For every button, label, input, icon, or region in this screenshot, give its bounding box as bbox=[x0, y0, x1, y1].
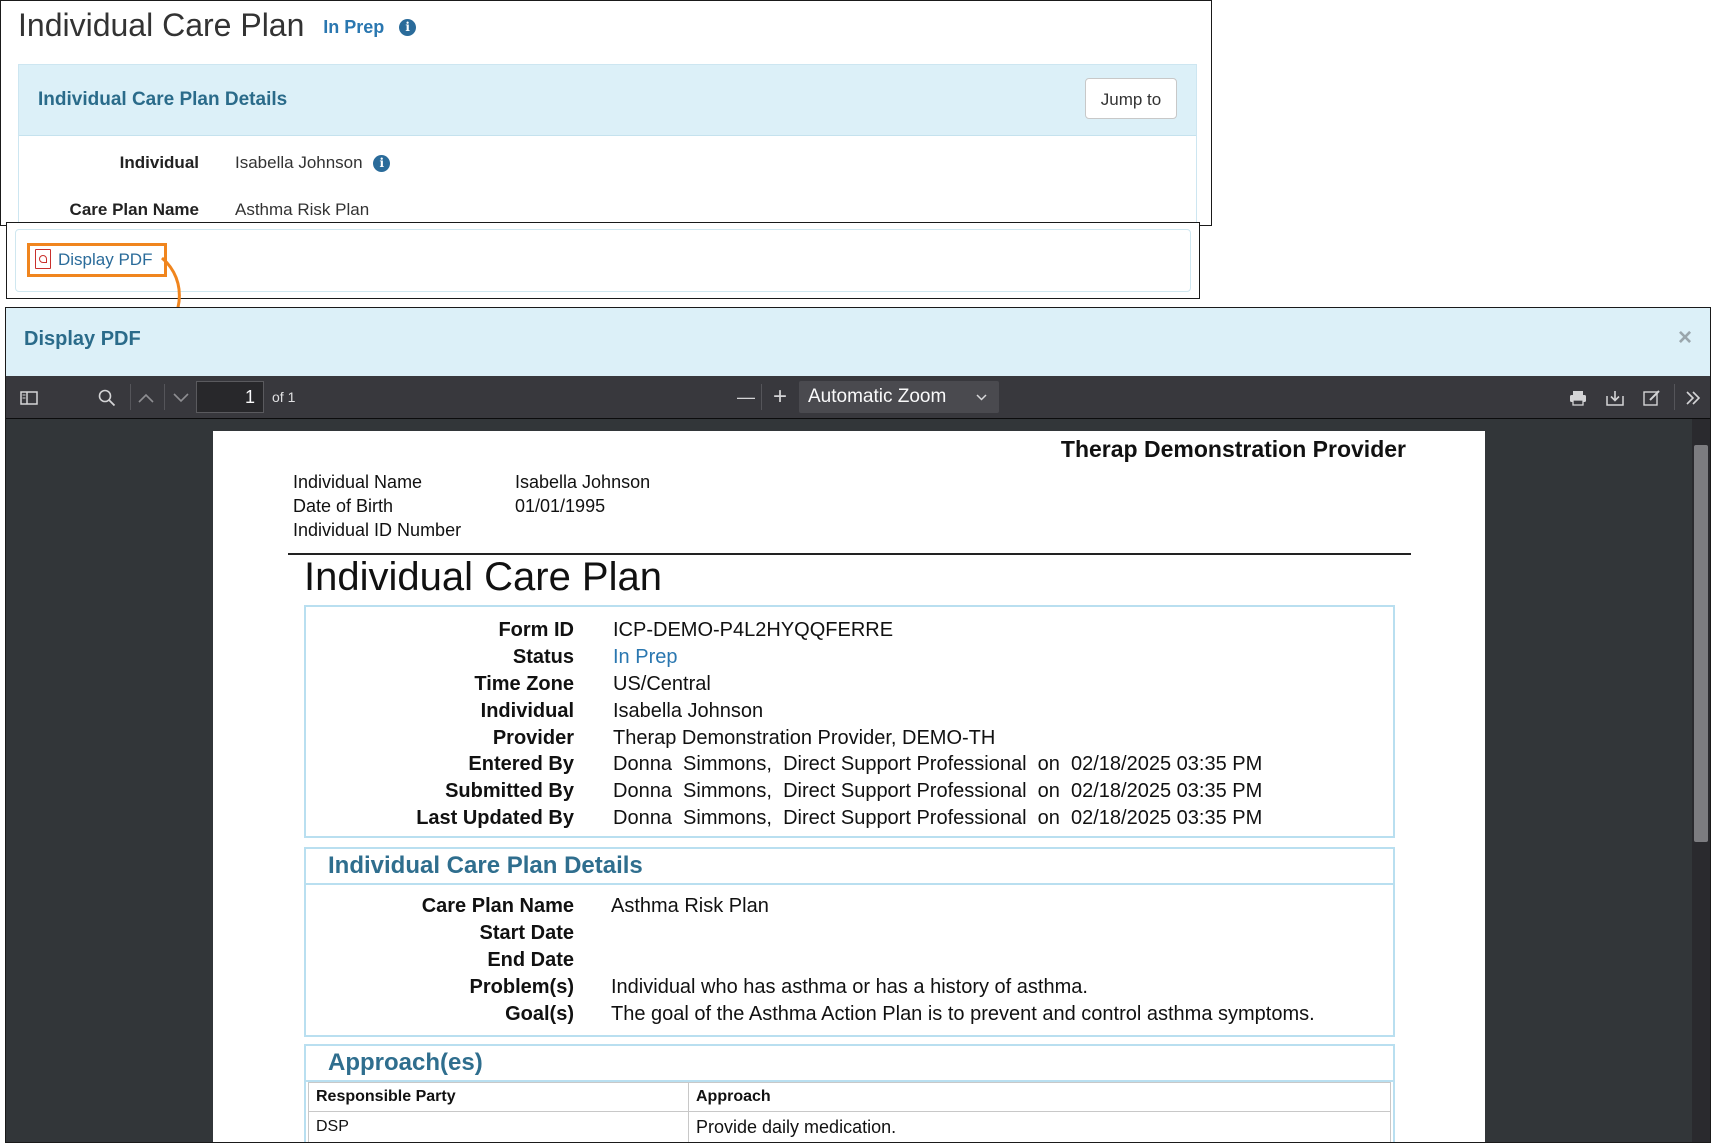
form-label: Provider bbox=[492, 727, 574, 749]
column-header: Approach bbox=[688, 1082, 1391, 1112]
form-label: Submitted By bbox=[445, 780, 574, 802]
scrollbar-thumb[interactable] bbox=[1694, 445, 1708, 842]
form-value: Donna Simmons, Direct Support Profession… bbox=[613, 807, 1263, 829]
previous-page-icon[interactable] bbox=[131, 376, 161, 418]
pdf-modal: Display PDF × 1 of 1 — + Automatic Zoom bbox=[5, 307, 1711, 1143]
form-value: Donna Simmons, Direct Support Profession… bbox=[613, 780, 1263, 802]
zoom-out-button[interactable]: — bbox=[734, 376, 758, 418]
display-pdf-link-label: Display PDF bbox=[58, 250, 153, 269]
page-title: Individual Care Plan In Prep i bbox=[18, 7, 417, 44]
details-label: End Date bbox=[487, 949, 574, 971]
field-value: Isabella Johnson i bbox=[235, 153, 391, 173]
zoom-select-value: Automatic Zoom bbox=[808, 386, 947, 407]
form-value: ICP-DEMO-P4L2HYQQFERRE bbox=[613, 619, 894, 641]
details-section: Individual Care Plan Details Jump to Ind… bbox=[18, 64, 1197, 225]
field-label: Individual bbox=[119, 153, 199, 172]
form-label: Entered By bbox=[468, 753, 574, 775]
tools-icon[interactable] bbox=[1678, 376, 1708, 418]
details-label: Care Plan Name bbox=[421, 895, 574, 917]
details-label: Problem(s) bbox=[469, 976, 574, 998]
details-label: Start Date bbox=[479, 922, 574, 944]
form-value: Therap Demonstration Provider, DEMO-TH bbox=[613, 727, 996, 749]
details-value: Asthma Risk Plan bbox=[611, 895, 769, 917]
header-value: 01/01/1995 bbox=[515, 496, 606, 516]
table-cell: DSP bbox=[308, 1111, 689, 1142]
header-label: Date of Birth bbox=[293, 496, 394, 516]
search-icon[interactable] bbox=[92, 376, 122, 418]
approaches-section: Approach(es) Responsible Party Approach … bbox=[304, 1044, 1395, 1142]
details-value: Individual who has asthma or has a histo… bbox=[611, 976, 1088, 998]
page-count: of 1 bbox=[272, 389, 296, 405]
print-icon[interactable] bbox=[1563, 376, 1593, 418]
status-badge: In Prep bbox=[323, 17, 385, 38]
header-label: Individual ID Number bbox=[293, 520, 462, 540]
care-plan-details-section: Individual Care Plan Details Care Plan N… bbox=[304, 847, 1395, 1037]
details-title: Individual Care Plan Details bbox=[38, 89, 288, 110]
provider-heading: Therap Demonstration Provider bbox=[1060, 436, 1406, 462]
field-value: Asthma Risk Plan bbox=[235, 200, 370, 219]
toolbar-separator bbox=[761, 384, 762, 410]
details-value: The goal of the Asthma Action Plan is to… bbox=[611, 1003, 1315, 1025]
download-icon[interactable] bbox=[1600, 376, 1630, 418]
section-title: Approach(es) bbox=[306, 1046, 1393, 1082]
form-label: Form ID bbox=[498, 619, 574, 641]
scrollbar-track[interactable] bbox=[1692, 419, 1710, 1142]
column-header: Responsible Party bbox=[308, 1082, 689, 1112]
field-label: Care Plan Name bbox=[69, 200, 199, 219]
form-label: Individual bbox=[480, 700, 574, 722]
form-info-section: Form ID ICP-DEMO-P4L2HYQQFERRE Status In… bbox=[304, 605, 1395, 838]
approaches-table: Responsible Party Approach DSP Provide d… bbox=[308, 1082, 1391, 1142]
sidebar-toggle-icon[interactable] bbox=[14, 376, 44, 418]
form-value: Isabella Johnson bbox=[613, 700, 764, 722]
zoom-select[interactable]: Automatic Zoom bbox=[799, 381, 999, 413]
form-label: Last Updated By bbox=[416, 807, 574, 829]
modal-title: Display PDF bbox=[24, 328, 141, 350]
jump-to-button[interactable]: Jump to bbox=[1085, 78, 1177, 119]
page-title-text: Individual Care Plan bbox=[18, 7, 305, 43]
details-label: Goal(s) bbox=[505, 1003, 574, 1025]
details-header: Individual Care Plan Details Jump to bbox=[19, 65, 1196, 136]
toolbar-separator bbox=[164, 384, 165, 410]
page-number-input[interactable]: 1 bbox=[196, 381, 264, 413]
pdf-toolbar: 1 of 1 — + Automatic Zoom bbox=[6, 376, 1710, 419]
header-value: Isabella Johnson bbox=[515, 472, 651, 492]
modal-header: Display PDF × bbox=[6, 308, 1710, 377]
section-title: Individual Care Plan Details bbox=[306, 849, 1393, 885]
close-icon[interactable]: × bbox=[1678, 324, 1692, 352]
chevron-down-icon bbox=[976, 381, 987, 413]
zoom-in-button[interactable]: + bbox=[768, 376, 792, 418]
icp-page-panel: Individual Care Plan In Prep i Individua… bbox=[0, 0, 1212, 226]
form-value-status: In Prep bbox=[613, 646, 678, 668]
info-icon[interactable]: i bbox=[399, 19, 417, 37]
form-label: Time Zone bbox=[474, 673, 574, 695]
pdf-viewer[interactable]: Therap Demonstration Provider Individual… bbox=[6, 419, 1710, 1142]
edit-icon[interactable] bbox=[1637, 376, 1667, 418]
form-value: US/Central bbox=[613, 673, 711, 695]
table-header-row: Responsible Party Approach bbox=[308, 1082, 1391, 1112]
next-page-icon[interactable] bbox=[166, 376, 196, 418]
header-label: Individual Name bbox=[293, 472, 423, 492]
form-value: Donna Simmons, Direct Support Profession… bbox=[613, 753, 1263, 775]
individual-info-icon[interactable]: i bbox=[373, 155, 391, 173]
individual-name: Isabella Johnson bbox=[235, 153, 363, 172]
toolbar-separator bbox=[1674, 384, 1675, 410]
table-row: DSP Provide daily medication. bbox=[308, 1111, 1391, 1142]
pdf-file-icon bbox=[35, 248, 51, 269]
form-label: Status bbox=[512, 646, 574, 668]
table-cell: Provide daily medication. bbox=[688, 1111, 1391, 1142]
pdf-page: Therap Demonstration Provider Individual… bbox=[213, 431, 1485, 1142]
document-title: Individual Care Plan bbox=[304, 555, 662, 599]
